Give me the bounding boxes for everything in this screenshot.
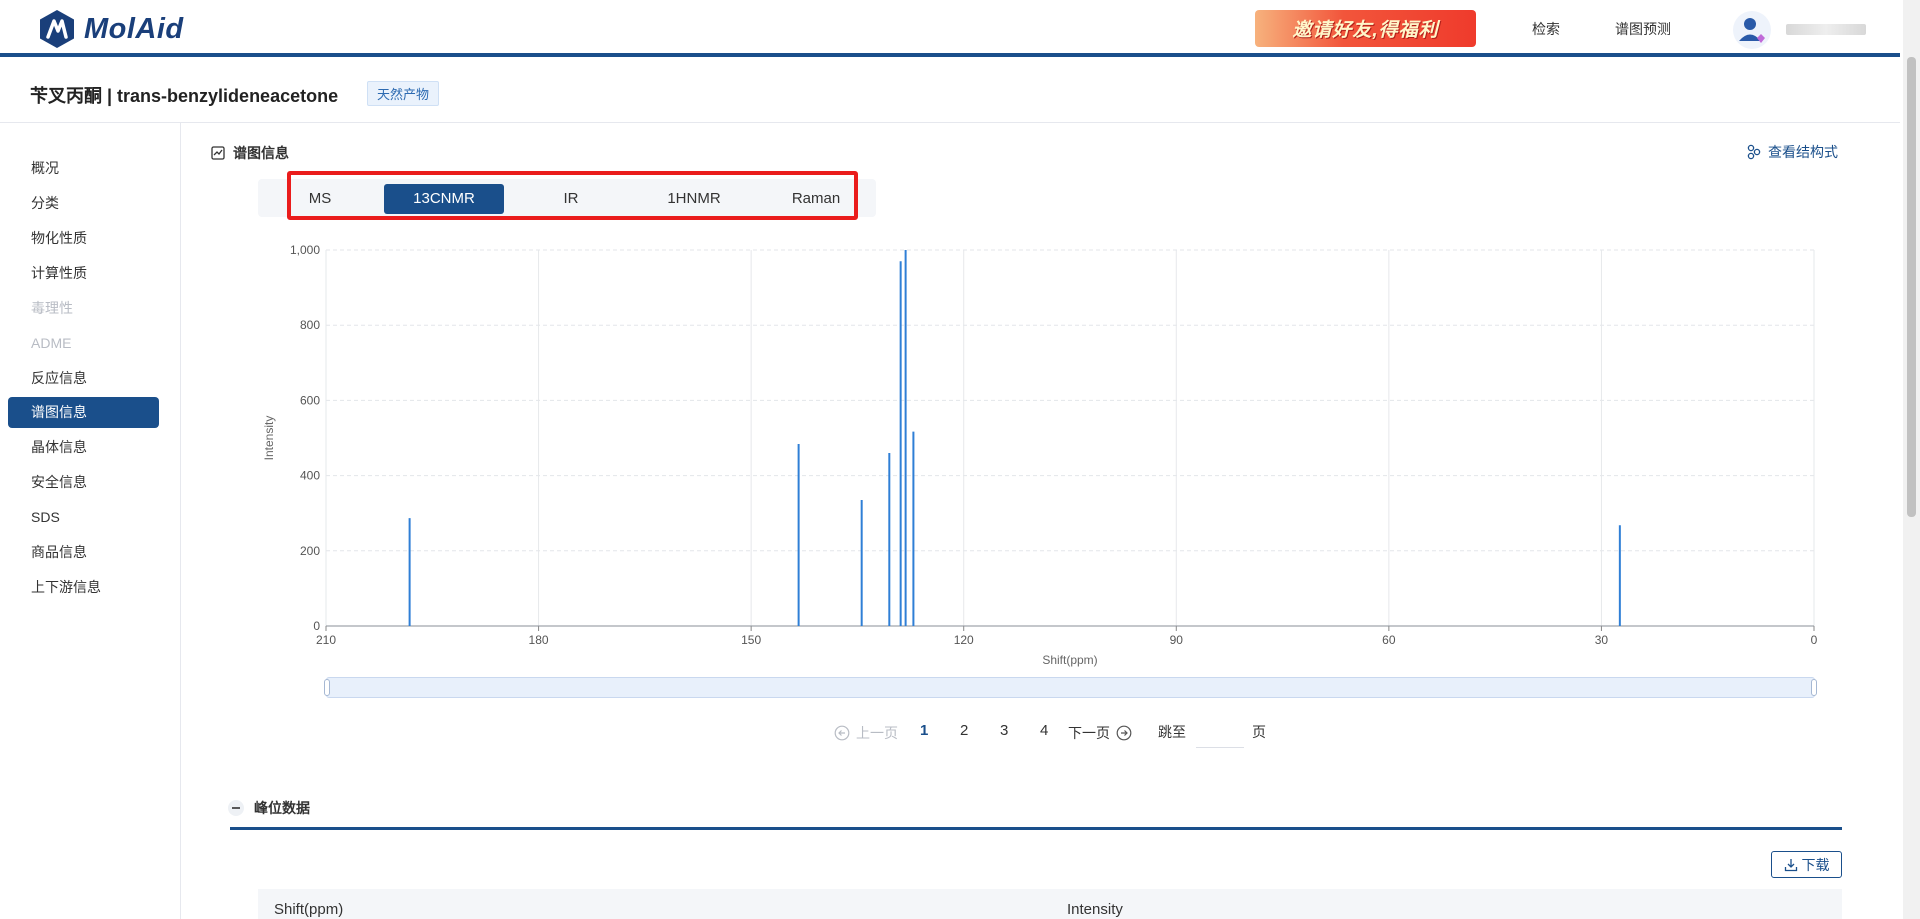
logo-text: MolAid: [84, 12, 184, 45]
x-tick-label: 150: [741, 633, 761, 647]
spectrum-section-header: 谱图信息: [211, 143, 289, 163]
sidebar-item-toxicity: 毒理性: [31, 300, 73, 316]
molaid-logo[interactable]: MolAid: [38, 9, 184, 49]
prev-page-label: 上一页: [856, 725, 898, 741]
avatar[interactable]: [1733, 11, 1771, 49]
y-tick-label: 0: [313, 619, 320, 633]
next-page-button[interactable]: 下一页: [1068, 722, 1132, 744]
compound-title-bar: 苄叉丙酮 | trans-benzylideneacetone 天然产物: [0, 61, 1900, 123]
column-header-intensity: Intensity: [1067, 901, 1123, 918]
user-icon: [1739, 18, 1765, 43]
peak-data-divider: [230, 827, 1842, 830]
x-tick-label: 60: [1382, 633, 1396, 647]
x-tick-label: 90: [1170, 633, 1184, 647]
column-header-shift: Shift(ppm): [274, 901, 344, 918]
download-label: 下载: [1801, 856, 1830, 873]
sidebar-item-products[interactable]: 商品信息: [8, 537, 159, 568]
page-title: 苄叉丙酮 | trans-benzylideneacetone: [30, 86, 339, 106]
download-icon: [1784, 858, 1797, 871]
page-1[interactable]: 1: [920, 722, 928, 739]
x-tick-label: 180: [529, 633, 549, 647]
x-tick-label: 210: [316, 633, 336, 647]
y-tick-label: 1,000: [290, 243, 320, 257]
username-blurred[interactable]: [1786, 24, 1866, 35]
spectrum-chart-svg: 0 200 400 600 800 1,000 210 180 150 120 90 60 30 0 Sh…: [262, 243, 1818, 667]
chart-peaks: [408, 250, 1621, 626]
peak-data-title: 峰位数据: [254, 800, 310, 816]
zoom-handle-right[interactable]: [1811, 679, 1817, 696]
sidebar-item-crystal[interactable]: 晶体信息: [8, 432, 159, 463]
jump-to-label: 跳至: [1158, 724, 1186, 740]
page-scrollbar[interactable]: [1903, 0, 1920, 919]
sidebar-item-safety[interactable]: 安全信息: [8, 467, 159, 498]
page-4[interactable]: 4: [1040, 722, 1048, 739]
view-structure-label: 查看结构式: [1768, 144, 1838, 160]
zoom-handle-left[interactable]: [324, 679, 330, 696]
sidebar-item-computed[interactable]: 计算性质: [8, 258, 159, 289]
x-axis-title: Shift(ppm): [1042, 653, 1097, 667]
natural-product-tag: 天然产物: [367, 81, 440, 106]
next-page-label: 下一页: [1068, 725, 1110, 741]
chart-grid: [325, 249, 1815, 626]
download-button[interactable]: 下载: [1771, 851, 1842, 878]
logo-hexagon-icon: [40, 10, 74, 48]
y-tick-label: 400: [300, 469, 320, 483]
peak-table-header: Shift(ppm) Intensity: [258, 889, 1842, 919]
sidebar-item-adme: ADME: [31, 335, 72, 351]
nav-search[interactable]: 检索: [1532, 19, 1560, 39]
invite-promo-banner[interactable]: 邀请好友,得福利: [1255, 10, 1476, 47]
sidebar-item-reactions[interactable]: 反应信息: [8, 363, 159, 394]
nav-spectrum-prediction[interactable]: 谱图预测: [1615, 19, 1671, 39]
x-tick-label: 120: [954, 633, 974, 647]
top-header: MolAid 邀请好友,得福利 检索 谱图预测: [0, 0, 1900, 57]
page-2[interactable]: 2: [960, 722, 968, 739]
jump-page-input[interactable]: [1196, 718, 1244, 748]
arrow-right-circle-icon: [1116, 725, 1132, 741]
x-tick-label: 30: [1595, 633, 1609, 647]
y-axis-title: Intensity: [262, 416, 276, 461]
prev-page-button[interactable]: 上一页: [834, 722, 898, 744]
tab-highlight-box: [287, 171, 858, 220]
section-title: 谱图信息: [233, 145, 289, 161]
sidebar-item-sds[interactable]: SDS: [8, 502, 159, 533]
peak-data-header[interactable]: 峰位数据: [228, 798, 310, 818]
sidebar: 概况 分类 物化性质 计算性质 毒理性 ADME 反应信息 谱图信息 晶体信息 …: [0, 123, 181, 919]
sidebar-item-classification[interactable]: 分类: [8, 188, 159, 219]
promo-text: 邀请好友,得福利: [1292, 20, 1439, 41]
view-structure-link[interactable]: 查看结构式: [1746, 142, 1838, 162]
y-tick-label: 600: [300, 393, 320, 407]
spectrum-chart: 0 200 400 600 800 1,000 210 180 150 120 90 60 30 0 Sh…: [255, 238, 1835, 678]
y-tick-label: 200: [300, 544, 320, 558]
sidebar-item-spectra[interactable]: 谱图信息: [8, 397, 159, 428]
chart-zoom-slider[interactable]: [324, 677, 1817, 698]
x-tick-label: 0: [1811, 633, 1818, 647]
page-3[interactable]: 3: [1000, 722, 1008, 739]
sidebar-item-up-downstream[interactable]: 上下游信息: [8, 572, 159, 603]
sidebar-item-overview[interactable]: 概况: [8, 153, 159, 184]
sidebar-item-physchem[interactable]: 物化性质: [8, 223, 159, 254]
page-scrollbar-thumb[interactable]: [1907, 57, 1916, 517]
arrow-left-circle-icon: [834, 725, 850, 741]
y-tick-label: 800: [300, 318, 320, 332]
molecule-icon: [1747, 144, 1761, 160]
chart-icon: [211, 146, 225, 160]
collapse-minus-icon[interactable]: [228, 800, 244, 816]
page-suffix-label: 页: [1252, 724, 1266, 740]
chart-axes: 0 200 400 600 800 1,000 210 180 150 120 90 60 30 0: [290, 243, 1818, 647]
